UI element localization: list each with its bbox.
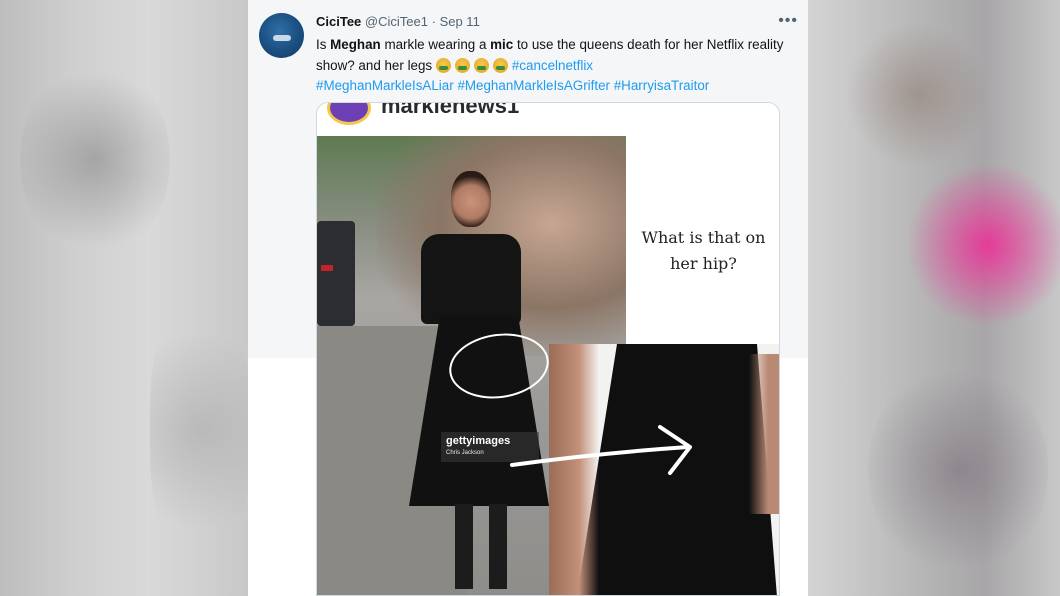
- blurred-background-left: [0, 0, 248, 596]
- tweet-date[interactable]: Sep 11: [440, 14, 480, 29]
- user-handle[interactable]: @CiciTee1: [365, 14, 428, 29]
- legs-shape: [455, 504, 507, 589]
- nauseated-face-icon: [435, 57, 451, 73]
- tweet-text-part: Is: [316, 37, 331, 52]
- watermark-brand: gettyimages: [446, 435, 511, 447]
- hashtag-link[interactable]: #MeghanMarkleIsAGrifter: [457, 78, 610, 93]
- watermark-credit: Chris Jackson: [446, 450, 484, 456]
- tweet-header: CiciTee @CiciTee1 · Sep 11: [316, 14, 480, 29]
- tweet-text-bold: Meghan: [330, 37, 381, 52]
- instagram-header: marklenews1: [317, 103, 779, 136]
- tweet-card: CiciTee @CiciTee1 · Sep 11 ••• Is Meghan…: [248, 0, 808, 596]
- tweet-media-image[interactable]: marklenews1 gettyimages Chris Jackson Wh…: [316, 102, 780, 596]
- woman-head-shape: [451, 171, 491, 227]
- tweet-text-bold: mic: [490, 37, 514, 52]
- display-name[interactable]: CiciTee: [316, 14, 361, 29]
- caption-line: What is that on: [641, 228, 766, 247]
- hashtag-link[interactable]: #HarryisaTraitor: [614, 78, 710, 93]
- arrow-icon: [510, 425, 692, 475]
- hashtag-link[interactable]: #MeghanMarkleIsALiar: [316, 78, 454, 93]
- tweet-text-part: markle wearing a: [380, 37, 491, 52]
- dress-top-shape: [421, 234, 521, 324]
- zoomed-arm-shape: [749, 354, 779, 514]
- instagram-account-name: marklenews1: [381, 102, 520, 118]
- account-logo-icon: [327, 103, 371, 125]
- separator-dot: ·: [431, 14, 436, 29]
- nauseated-face-icon: [492, 57, 508, 73]
- blurred-background-right: [808, 0, 1060, 596]
- nauseated-face-icon: [473, 57, 489, 73]
- tweet-text: Is Meghan markle wearing a mic to use th…: [316, 35, 786, 97]
- car-shape: [317, 221, 355, 326]
- caption-text: What is that on her hip?: [626, 225, 779, 277]
- avatar[interactable]: [259, 13, 304, 58]
- hashtag-link[interactable]: #cancelnetflix: [512, 58, 593, 73]
- nauseated-face-icon: [454, 57, 470, 73]
- more-options-icon[interactable]: •••: [778, 12, 798, 30]
- caption-panel: What is that on her hip?: [626, 136, 779, 344]
- caption-line: her hip?: [670, 254, 737, 273]
